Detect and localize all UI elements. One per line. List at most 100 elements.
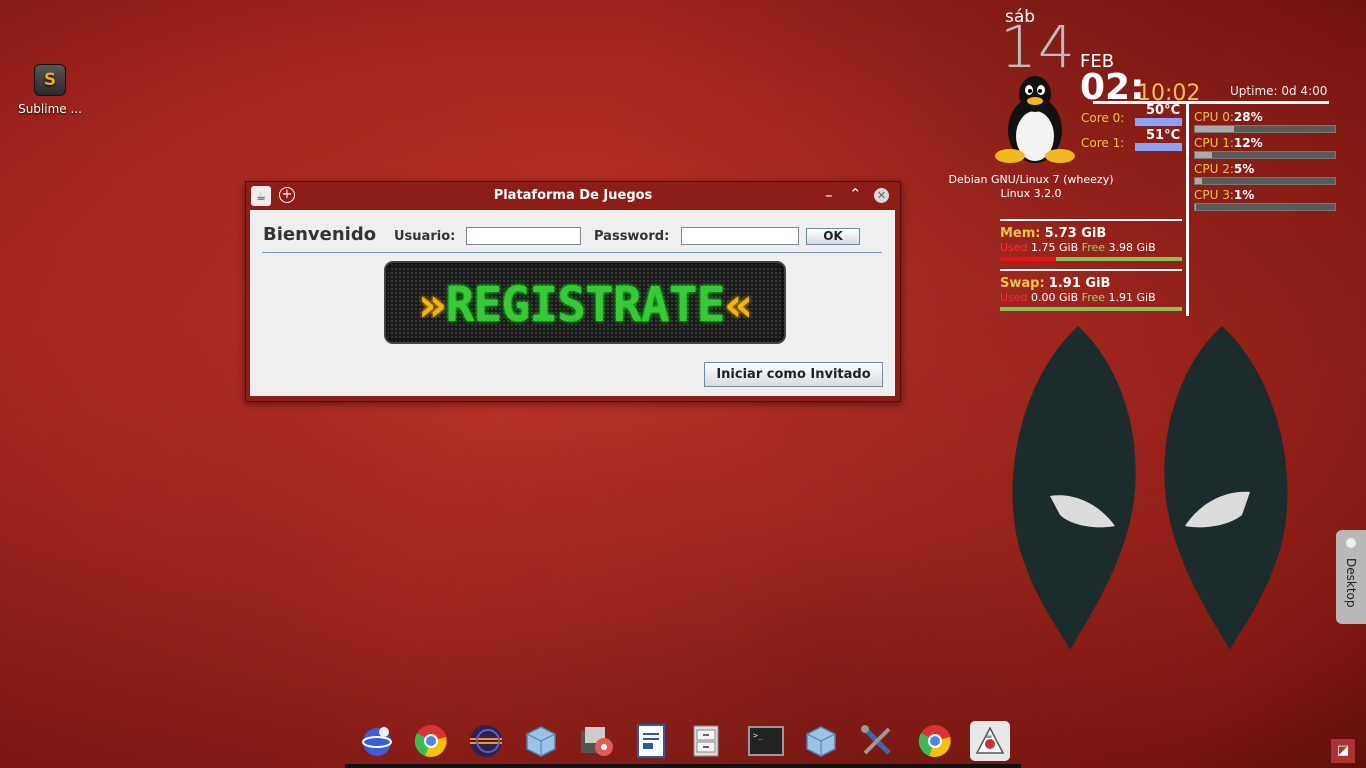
username-field[interactable]	[466, 227, 581, 245]
cpu-label: CPU 3:	[1194, 188, 1234, 202]
system-info: Debian GNU/Linux 7 (wheezy) Linux 3.2.0	[944, 173, 1118, 201]
virtualbox-icon[interactable]	[521, 721, 561, 761]
cpu-percent: 12%	[1233, 136, 1263, 150]
sublime-text-icon: S	[34, 64, 66, 96]
moon-icon	[1346, 538, 1356, 548]
writer-icon[interactable]	[631, 721, 671, 761]
memory-meter: Mem: 5.73 GiB Used 1.75 GiB Free 3.98 Gi…	[1000, 226, 1182, 261]
register-banner[interactable]: »REGISTRATE«	[384, 261, 786, 344]
core-temp-bar	[1135, 118, 1182, 126]
mem-free-value: 3.98 GiB	[1108, 241, 1156, 254]
core-label: Core 1:	[1081, 136, 1125, 150]
app-window[interactable]: ☕ + Plataforma De Juegos – ⌃ ✕ Bienvenid…	[245, 181, 901, 402]
swap-bar	[1000, 307, 1182, 311]
ok-button[interactable]: OK	[806, 228, 860, 245]
window-titlebar[interactable]: ☕ + Plataforma De Juegos – ⌃ ✕	[246, 182, 900, 210]
welcome-heading: Bienvenido	[263, 224, 377, 245]
file-cabinet-icon[interactable]	[686, 721, 726, 761]
swap-total: 1.91 GiB	[1048, 276, 1111, 291]
panel-corner-icon[interactable]: ◪	[1330, 738, 1356, 764]
core-temp-bar	[1135, 143, 1182, 151]
cpu-percent: 1%	[1233, 188, 1255, 202]
mem-used-label: Used	[1000, 241, 1028, 254]
window-title: Plataforma De Juegos	[493, 188, 653, 203]
svg-text:>_: >_	[753, 731, 763, 740]
desktop-icon-sublime[interactable]: S Sublime ...	[14, 64, 86, 116]
mem-details: Used 1.75 GiB Free 3.98 GiB	[1000, 241, 1156, 254]
password-label: Password:	[594, 229, 670, 244]
minimize-icon[interactable]: –	[825, 186, 833, 204]
kernel-text: Linux 3.2.0	[1000, 187, 1062, 200]
mem-free-label: Free	[1081, 241, 1106, 254]
mem-divider	[1000, 219, 1182, 221]
media-icon[interactable]	[576, 721, 616, 761]
terminal-icon[interactable]: >_	[746, 721, 786, 761]
chrome-icon[interactable]	[411, 721, 451, 761]
core-label: Core 0:	[1081, 111, 1125, 125]
cpu-label: CPU 2:	[1194, 162, 1234, 176]
swap-used-label: Used	[1000, 291, 1028, 304]
uptime-text: Uptime: 0d 4:00	[1230, 84, 1328, 98]
clock-divider	[1093, 101, 1329, 104]
banner-label: REGISTRATE	[445, 277, 726, 333]
svg-text:☕: ☕	[985, 731, 993, 741]
register-banner-text: »REGISTRATE«	[386, 277, 784, 333]
deadpool-mask-graphic	[1012, 326, 1288, 650]
distro-text: Debian GNU/Linux 7 (wheezy)	[948, 173, 1114, 186]
cpu-percent: 5%	[1233, 162, 1255, 176]
password-field[interactable]	[681, 227, 799, 245]
monitor-divider	[1186, 104, 1189, 316]
cpu-bar-fill	[1195, 152, 1212, 158]
tux-penguin-icon	[995, 76, 1075, 163]
maximize-icon[interactable]: ⌃	[849, 185, 862, 203]
mem-used-value: 1.75 GiB	[1031, 241, 1079, 254]
desktop-icon-label: Sublime ...	[18, 102, 82, 116]
cpu-percent: 28%	[1233, 110, 1263, 124]
desktop-tab[interactable]: Desktop	[1336, 530, 1366, 624]
swap-meter: Swap: 1.91 GiB Used 0.00 GiB Free 1.91 G…	[1000, 276, 1182, 311]
cpu-meter-0: CPU 0:28%	[1194, 110, 1336, 133]
cpu-bar	[1194, 203, 1336, 211]
banner-left-arrow: »	[417, 277, 447, 333]
cpu-bar-fill	[1195, 178, 1202, 184]
cpu-bar	[1194, 125, 1336, 133]
cpu-meter-2: CPU 2:5%	[1194, 162, 1336, 185]
swap-used-value: 0.00 GiB	[1031, 291, 1079, 304]
close-icon[interactable]: ✕	[874, 188, 889, 203]
mem-bar	[1000, 257, 1182, 261]
core-temp-value: 50°C	[1146, 103, 1181, 118]
swap-divider	[1000, 269, 1182, 271]
cpu-bar	[1194, 151, 1336, 159]
swap-free-label: Free	[1081, 291, 1106, 304]
clock-day: 14	[1000, 13, 1076, 81]
swap-label: Swap:	[1000, 276, 1045, 291]
cpu-bar-fill	[1195, 126, 1235, 132]
core-temp-0: Core 0: 50°C	[1081, 103, 1182, 126]
mem-used-fill	[1000, 257, 1057, 261]
guest-login-button[interactable]: Iniciar como Invitado	[704, 362, 883, 387]
core-temp-1: Core 1: 51°C	[1081, 128, 1182, 151]
mem-total: 5.73 GiB	[1044, 226, 1107, 241]
cpu-label: CPU 0:	[1194, 110, 1234, 124]
username-label: Usuario:	[394, 229, 456, 244]
cpu-meter-3: CPU 3:1%	[1194, 188, 1336, 211]
window-content: Bienvenido Usuario: Password: OK »REGIST…	[250, 210, 895, 396]
core-temp-value: 51°C	[1146, 128, 1181, 143]
chrome-icon[interactable]	[915, 721, 955, 761]
mem-label: Mem:	[1000, 226, 1041, 241]
swap-free-value: 1.91 GiB	[1108, 291, 1156, 304]
header-separator	[262, 252, 882, 253]
tools-icon[interactable]	[857, 721, 897, 761]
java-icon[interactable]: ☕	[970, 721, 1010, 761]
browser-icon[interactable]	[357, 721, 397, 761]
cpu-label: CPU 1:	[1194, 136, 1234, 150]
eclipse-icon[interactable]	[466, 721, 506, 761]
dock: >_ ☕	[347, 715, 1019, 768]
cpu-bar	[1194, 177, 1336, 185]
desktop-tab-label: Desktop	[1344, 558, 1358, 608]
banner-right-arrow: «	[724, 277, 753, 333]
swap-details: Used 0.00 GiB Free 1.91 GiB	[1000, 291, 1156, 304]
virtualbox-icon[interactable]	[801, 721, 841, 761]
dock-base	[345, 764, 1021, 768]
cpu-meter-1: CPU 1:12%	[1194, 136, 1336, 159]
